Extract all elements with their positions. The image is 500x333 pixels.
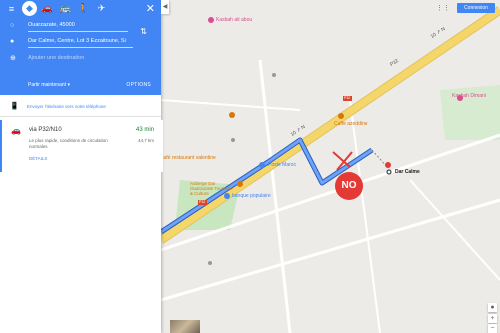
add-destination-icon[interactable]: ⊕	[10, 54, 16, 62]
route-time: 43 min	[135, 127, 154, 133]
zoom-out-button[interactable]: −	[488, 324, 497, 333]
poste-maroc-marker[interactable]	[259, 162, 265, 168]
satellite-thumbnail[interactable]	[170, 320, 200, 333]
walk-icon[interactable]: 🚶	[76, 1, 91, 16]
origin-dot-icon: ○	[10, 22, 15, 29]
map-label-kasbah-ait-abou: Kasbah ait abou	[216, 17, 253, 23]
directions-header: ≡ ◆ 🚗 🚌 🚶 ✈ ✕ ○ Ouarzazate, 45000 ● Dar …	[0, 0, 161, 95]
route-description: Le plus rapide, conditions de circulatio…	[29, 138, 108, 149]
map-label-cafe-valentine: café restaurant valentine	[161, 155, 216, 161]
destination-dot	[386, 169, 392, 175]
map-label-banque-populaire: banque populaire	[232, 193, 271, 199]
swap-icon[interactable]: ⇅	[140, 27, 147, 36]
route-details-link[interactable]: DÉTAILS	[29, 156, 47, 161]
pegman-icon[interactable]: ●	[488, 303, 497, 312]
destination-pin-icon: ●	[10, 38, 15, 45]
apps-grid-icon[interactable]: ⋮⋮	[436, 4, 450, 12]
destination-input[interactable]: Dar Calme, Centre, Lot 3 Ezzaitoune, Si	[28, 38, 133, 48]
signin-button[interactable]: Connexion	[457, 3, 495, 13]
kasbah-ait-abou-marker[interactable]	[208, 17, 214, 23]
poi-grey	[208, 261, 212, 265]
directions-icon[interactable]: ◆	[22, 1, 37, 16]
zoom-in-button[interactable]: +	[488, 314, 497, 323]
send-to-phone-label: Envoyer l'itinéraire vers votre téléphon…	[27, 104, 106, 109]
caffe-azeddine-marker[interactable]	[338, 113, 344, 119]
map-label-poste-maroc: Poste Maroc	[268, 162, 297, 168]
route-via: via P32/N10	[29, 127, 62, 133]
destination-marker[interactable]	[385, 162, 391, 168]
flight-icon[interactable]: ✈	[94, 1, 109, 16]
poi-grey	[231, 138, 235, 142]
directions-panel: ≡ ◆ 🚗 🚌 🚶 ✈ ✕ ○ Ouarzazate, 45000 ● Dar …	[0, 0, 163, 333]
route-card[interactable]: 🚗 via P32/N10 43 min Le plus rapide, con…	[0, 120, 163, 172]
menu-icon[interactable]: ≡	[4, 1, 19, 16]
collapse-panel-button[interactable]: ◀	[161, 0, 169, 14]
route-distance: 44,7 km	[137, 138, 154, 143]
options-button[interactable]: OPTIONS	[126, 82, 151, 88]
no-overlay-badge: NO	[335, 172, 363, 200]
map-background	[161, 0, 500, 333]
travel-mode-bar: ≡ ◆ 🚗 🚌 🚶 ✈	[0, 0, 161, 17]
phone-icon: 📱	[10, 103, 19, 110]
road-shield-label: P32	[199, 200, 206, 204]
depart-now-label: Partir maintenant	[28, 82, 67, 88]
send-to-phone-row[interactable]: 📱 Envoyer l'itinéraire vers votre téléph…	[0, 100, 161, 117]
close-icon[interactable]: ✕	[146, 2, 155, 15]
depart-now-dropdown[interactable]: Partir maintenant ▾	[28, 82, 70, 88]
origin-input[interactable]: Ouarzazate, 45000	[28, 22, 128, 32]
map-label-dar-calme: Dar Calme	[395, 169, 420, 175]
poi-grey	[272, 73, 276, 77]
car-icon: 🚗	[11, 126, 21, 135]
car-icon[interactable]: 🚗	[40, 1, 55, 16]
cafe-marker-small[interactable]	[229, 112, 235, 118]
road-shield-label: P32	[344, 96, 351, 100]
map-label-kasbah-dimani: Kasbah Dimani	[452, 93, 486, 99]
map-label-caffe-azeddine: Caffe azeddine	[334, 121, 368, 127]
transit-icon[interactable]: 🚌	[58, 1, 73, 16]
auberge-marker[interactable]	[237, 181, 243, 187]
add-destination-field[interactable]: Ajouter une destination	[28, 55, 84, 61]
map-label-auberge: Auberge Dar Ouarzazate Tourisme & Cultur…	[190, 181, 233, 196]
